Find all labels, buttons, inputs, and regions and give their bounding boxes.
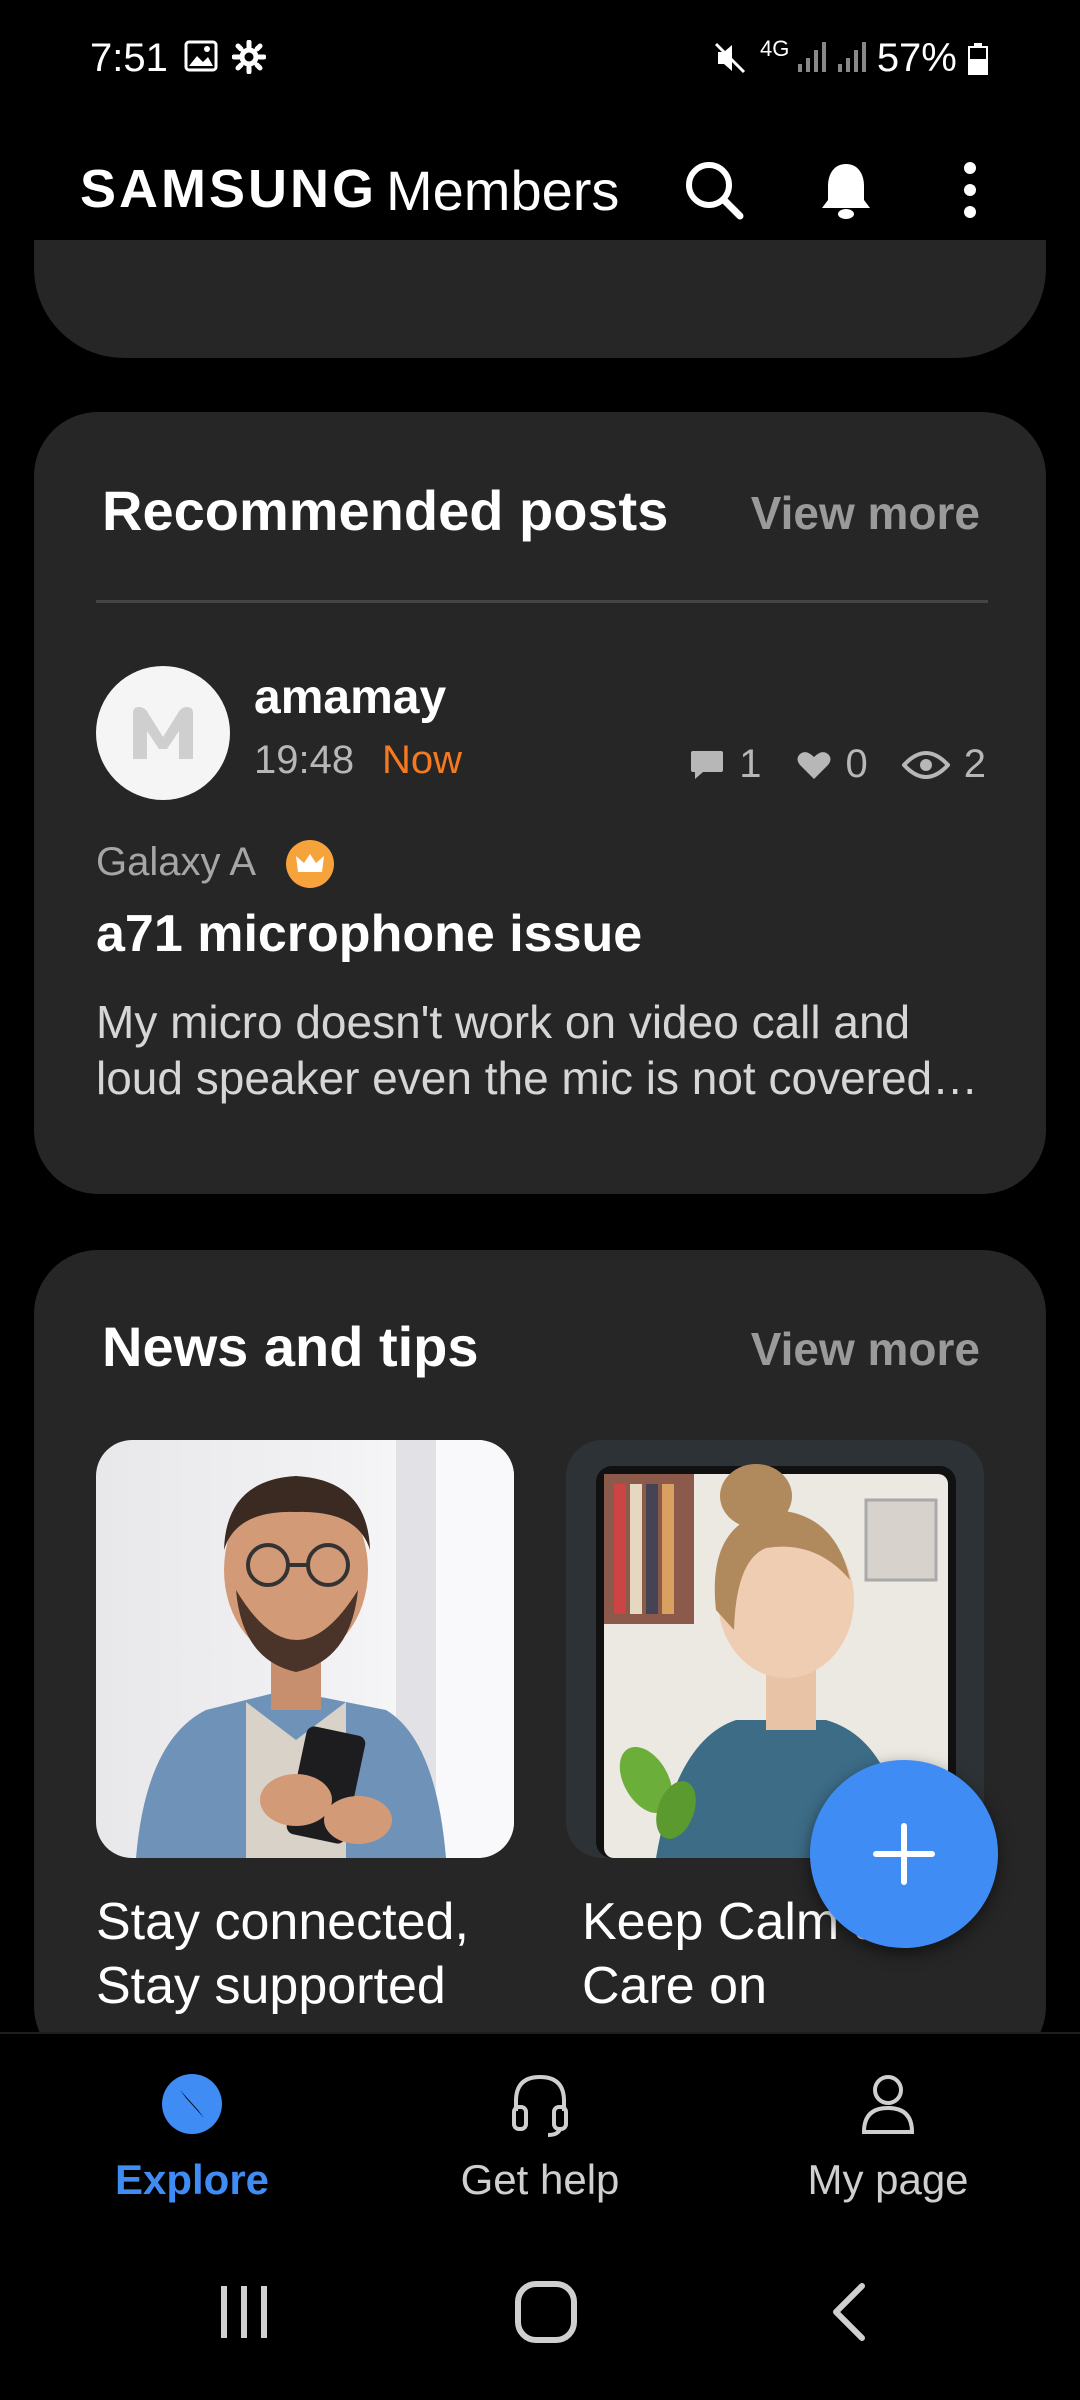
create-post-fab[interactable] [810,1760,998,1948]
nav-explore[interactable]: Explore [62,2064,322,2204]
news-caption[interactable]: Stay connected, Stay supported [96,1890,506,2018]
settings-notification-icon [231,39,267,79]
post-excerpt: My micro doesn't work on video call and … [96,996,979,1104]
recommended-view-more-link[interactable]: View more [751,486,980,540]
gallery-notification-icon [184,40,218,77]
eye-icon [901,750,950,779]
now-badge: Now [382,738,463,782]
search-button[interactable] [674,150,754,230]
bell-icon [822,164,870,219]
post-category: Galaxy A [96,840,257,884]
recommended-posts-card: Recommended posts View more amamay 19:48… [34,412,1046,1194]
nav-my-page-label: My page [807,2156,969,2203]
avatar[interactable] [96,666,230,800]
battery-label: 57% [876,36,957,80]
search-icon [686,162,744,220]
nav-explore-label: Explore [114,2156,270,2203]
nav-get-help-label: Get help [460,2156,620,2203]
network-type-icon: 4G [760,38,789,60]
news-thumbnail-man-with-phone[interactable] [96,1440,514,1858]
more-vert-icon [964,162,976,218]
app-title: Members [386,159,620,222]
home-button[interactable] [486,2272,606,2352]
battery-percentage: 57% [877,36,988,81]
heart-icon [797,751,830,779]
system-navigation-bar [0,2222,1080,2400]
views-count: 2 [963,742,986,786]
avatar-letter-m-icon [133,707,193,759]
comments-count: 1 [739,742,762,786]
mute-icon [712,40,748,81]
back-button[interactable] [790,2272,910,2352]
status-time: 7:51 [90,36,168,80]
signal-icon-2 [836,40,870,79]
post-title[interactable]: a71 microphone issue [96,904,642,964]
more-options-button[interactable] [930,150,1010,230]
nav-my-page[interactable]: My page [758,2064,1018,2204]
headset-icon [410,2064,670,2144]
crown-badge-icon [286,840,334,888]
recent-apps-button[interactable] [184,2272,304,2352]
person-icon [758,2064,1018,2144]
nav-get-help[interactable]: Get help [410,2064,670,2204]
post-time: 19:48 [254,738,355,782]
post-stats: 1 0 2 [655,742,986,787]
comments-stat: 1 [689,742,762,787]
recents-icon [221,2286,267,2338]
home-icon [515,2281,577,2343]
plus-icon [873,1823,935,1885]
previous-card-remnant [34,240,1046,358]
news-view-more-link[interactable]: View more [751,1322,980,1376]
signal-icon-1 [796,40,830,79]
comment-icon [691,750,724,779]
news-title: News and tips [102,1315,479,1378]
notifications-button[interactable] [806,150,886,230]
views-stat: 2 [901,742,986,787]
divider [96,600,988,603]
bottom-navigation: Explore Get help My page [0,2032,1080,2224]
likes-count: 0 [845,742,868,786]
compass-icon [62,2064,322,2144]
status-bar: 7:51 4G 57% [0,0,1080,120]
back-icon [833,2283,865,2341]
battery-icon [968,43,988,75]
brand-logo: SAMSUNG [80,159,378,219]
likes-stat: 0 [796,742,868,787]
recommended-title: Recommended posts [102,479,669,542]
post-author[interactable]: amamay [254,670,446,725]
network-type-label: 4G [760,36,790,61]
